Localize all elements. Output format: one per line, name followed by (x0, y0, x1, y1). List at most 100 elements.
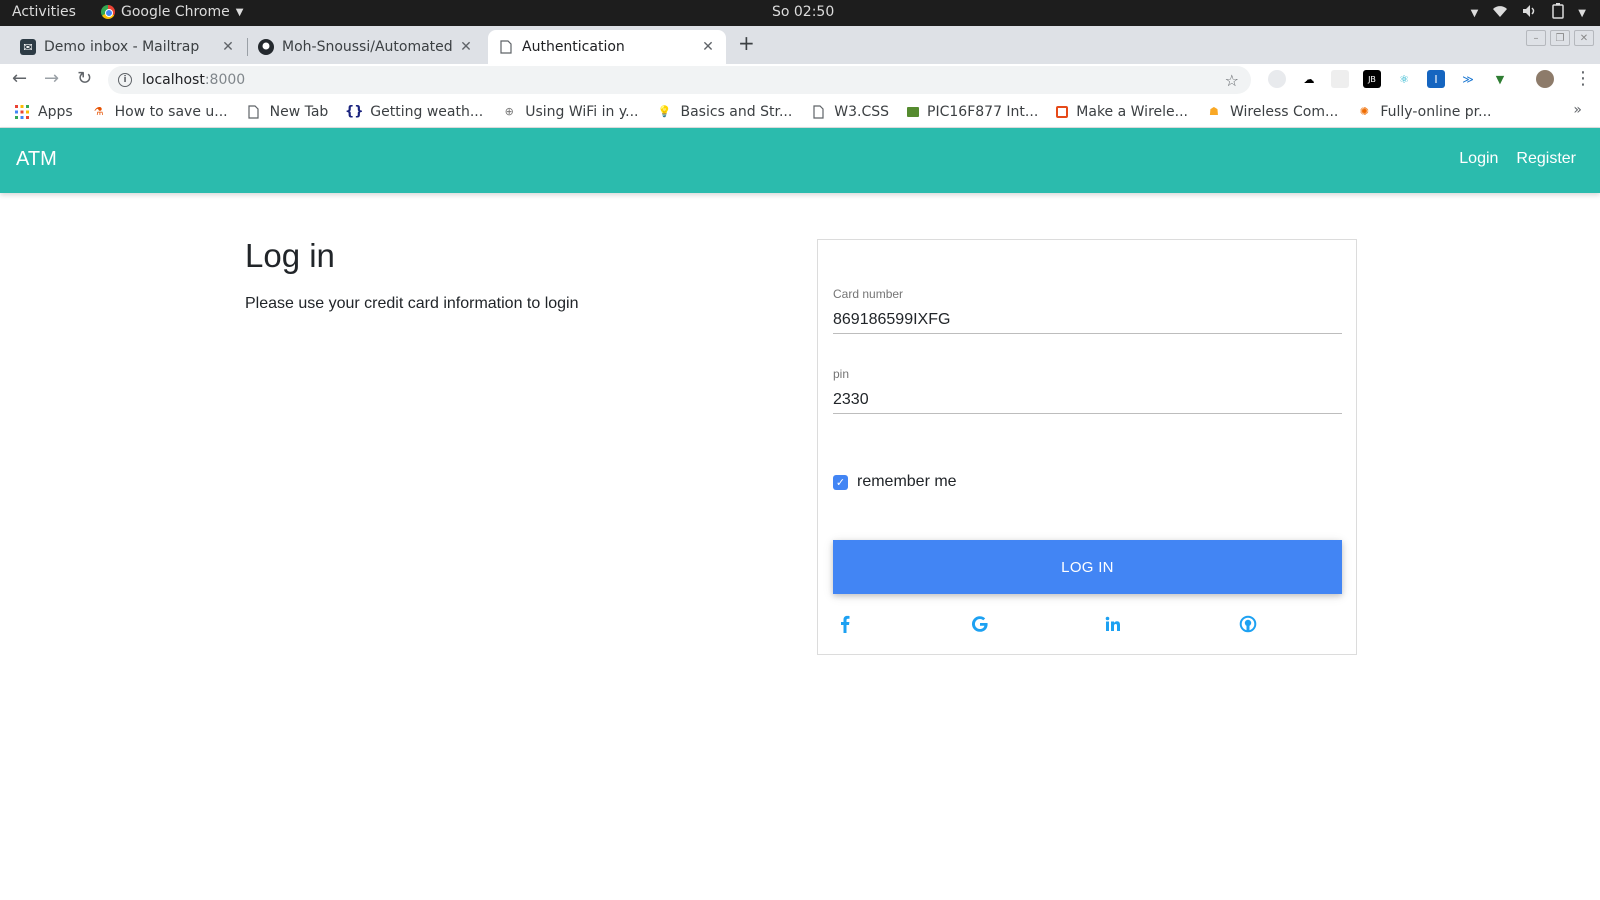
bookmark-apps[interactable]: Apps (14, 104, 73, 120)
bookmark-icon: ⚗ (93, 105, 104, 118)
info-icon[interactable]: i (118, 73, 132, 87)
close-tab-icon[interactable]: ✕ (700, 39, 716, 55)
caret-down-icon[interactable]: ▼ (1471, 8, 1479, 19)
robot-icon: ☗ (1209, 105, 1219, 118)
minimize-icon[interactable]: – (1526, 30, 1546, 46)
facebook-icon[interactable] (833, 612, 857, 636)
tab-authentication[interactable]: Authentication ✕ (488, 30, 726, 64)
extension-icon[interactable] (1268, 70, 1286, 88)
os-top-bar: Activities Google Chrome ▼ So 02:50 ▼ ▼ (0, 0, 1600, 26)
vue-icon[interactable]: ▼ (1491, 70, 1509, 88)
chip-icon (907, 106, 920, 117)
login-button[interactable]: LOG IN (833, 540, 1342, 594)
new-tab-button[interactable]: + (738, 31, 755, 55)
extension-icon[interactable]: I (1427, 70, 1445, 88)
activities-button[interactable]: Activities (12, 4, 76, 20)
bookmark-item[interactable]: 💡 Basics and Str... (657, 104, 793, 120)
remember-checkbox[interactable]: ✓ (833, 474, 848, 490)
clock[interactable]: So 02:50 (772, 4, 834, 20)
tab-title: Moh-Snoussi/Automated (282, 39, 453, 55)
close-tab-icon[interactable]: ✕ (220, 39, 236, 55)
page-icon (498, 39, 514, 55)
swirl-icon: ✺ (1359, 105, 1369, 118)
bookmark-label: PIC16F877 Int... (927, 103, 1039, 120)
address-bar[interactable]: i localhost:8000 ☆ (108, 66, 1251, 94)
apps-grid-icon (14, 104, 30, 120)
braces-icon: {} (345, 104, 364, 119)
menu-icon[interactable]: ⋮ (1574, 68, 1592, 89)
tab-mailtrap[interactable]: ✉ Demo inbox - Mailtrap ✕ (10, 30, 246, 64)
page-icon (810, 104, 826, 120)
app-menu[interactable]: Google Chrome ▼ (101, 4, 243, 20)
circuit-icon (1056, 105, 1069, 118)
bookmark-label: Using WiFi in y... (525, 103, 639, 120)
chrome-icon (101, 5, 115, 19)
jetbrains-icon[interactable]: JB (1363, 70, 1381, 88)
bookmark-label: Getting weath... (370, 103, 484, 120)
maximize-icon[interactable]: ❐ (1550, 30, 1570, 46)
bookmark-label: W3.CSS (834, 103, 890, 120)
bookmark-label: Apps (38, 103, 73, 120)
battery-icon[interactable] (1552, 3, 1565, 23)
brand-link[interactable]: ATM (16, 148, 57, 171)
close-tab-icon[interactable]: ✕ (458, 39, 474, 55)
bookmark-item[interactable]: Make a Wirele... (1056, 104, 1188, 120)
card-number-input[interactable] (833, 307, 1342, 333)
nav-login-link[interactable]: Login (1459, 150, 1498, 168)
google-icon[interactable] (968, 612, 992, 636)
url-host: localhost (142, 72, 205, 88)
bookmark-item[interactable]: ⊕ Using WiFi in y... (501, 103, 639, 120)
chevrons-icon[interactable]: ≫ (1459, 70, 1477, 88)
bookmark-label: Basics and Str... (680, 103, 793, 120)
system-tray[interactable]: ▼ ▼ (1471, 3, 1586, 23)
forward-icon[interactable]: → (44, 68, 59, 89)
bookmark-label: Make a Wirele... (1076, 103, 1188, 120)
url-port: :8000 (204, 72, 246, 88)
extension-icon[interactable] (1331, 70, 1349, 88)
bookmark-star-icon[interactable]: ☆ (1225, 71, 1239, 90)
react-icon[interactable]: ⚛ (1395, 70, 1413, 88)
bookmark-item[interactable]: New Tab (246, 103, 329, 120)
remember-me[interactable]: ✓ remember me (833, 473, 957, 491)
caret-down-icon[interactable]: ▼ (1578, 8, 1586, 19)
nav-register-link[interactable]: Register (1516, 150, 1576, 168)
reload-icon[interactable]: ↻ (77, 68, 92, 89)
page-description: Please use your credit card information … (245, 295, 579, 312)
tab-strip: ✉ Demo inbox - Mailtrap ✕ Moh-Snoussi/Au… (0, 26, 1600, 64)
bookmark-item[interactable]: PIC16F877 Int... (907, 104, 1038, 120)
bookmark-item[interactable]: ☗ Wireless Com... (1206, 104, 1338, 120)
back-icon[interactable]: ← (12, 68, 27, 89)
cloud-icon[interactable]: ☁ (1300, 70, 1318, 88)
bookmarks-bar: Apps ⚗ How to save u... New Tab {} Getting… (0, 96, 1600, 128)
window-controls: – ❐ ✕ (1526, 30, 1594, 46)
linkedin-icon[interactable] (1101, 612, 1125, 636)
mailtrap-icon: ✉ (20, 39, 36, 55)
volume-icon[interactable] (1522, 4, 1538, 22)
intro-section: Log in Please use your credit card infor… (245, 237, 579, 313)
bookmark-label: New Tab (269, 103, 329, 120)
wifi-icon[interactable] (1492, 4, 1508, 22)
page-icon (246, 104, 262, 120)
close-window-icon[interactable]: ✕ (1574, 30, 1594, 46)
bookmark-label: How to save u... (114, 103, 228, 120)
tab-title: Demo inbox - Mailtrap (44, 39, 200, 55)
card-number-field: Card number (833, 287, 1342, 334)
tab-title: Authentication (522, 39, 625, 55)
bulb-icon: 💡 (657, 105, 672, 118)
bookmark-item[interactable]: {} Getting weath... (345, 103, 484, 120)
pin-input[interactable] (833, 387, 1342, 413)
tab-github[interactable]: Moh-Snoussi/Automated ✕ (248, 30, 484, 64)
bookmark-item[interactable]: W3.CSS (810, 104, 889, 120)
github-icon[interactable] (1236, 612, 1260, 636)
pin-label: pin (833, 367, 850, 381)
caret-down-icon: ▼ (235, 6, 244, 18)
bookmark-item[interactable]: ✺ Fully-online pr... (1356, 104, 1492, 120)
bookmark-label: Wireless Com... (1229, 103, 1339, 120)
avatar[interactable] (1536, 70, 1554, 88)
login-card: Card number pin ✓ remember me LOG IN (817, 239, 1357, 655)
browser-toolbar: ← → ↻ i localhost:8000 ☆ ☁ JB ⚛ I ≫ ▼ ⋮ (0, 64, 1600, 96)
bookmark-item[interactable]: ⚗ How to save u... (91, 104, 228, 120)
more-bookmarks-icon[interactable]: » (1573, 102, 1582, 118)
pin-field: pin (833, 367, 1342, 414)
page-title: Log in (245, 237, 335, 274)
